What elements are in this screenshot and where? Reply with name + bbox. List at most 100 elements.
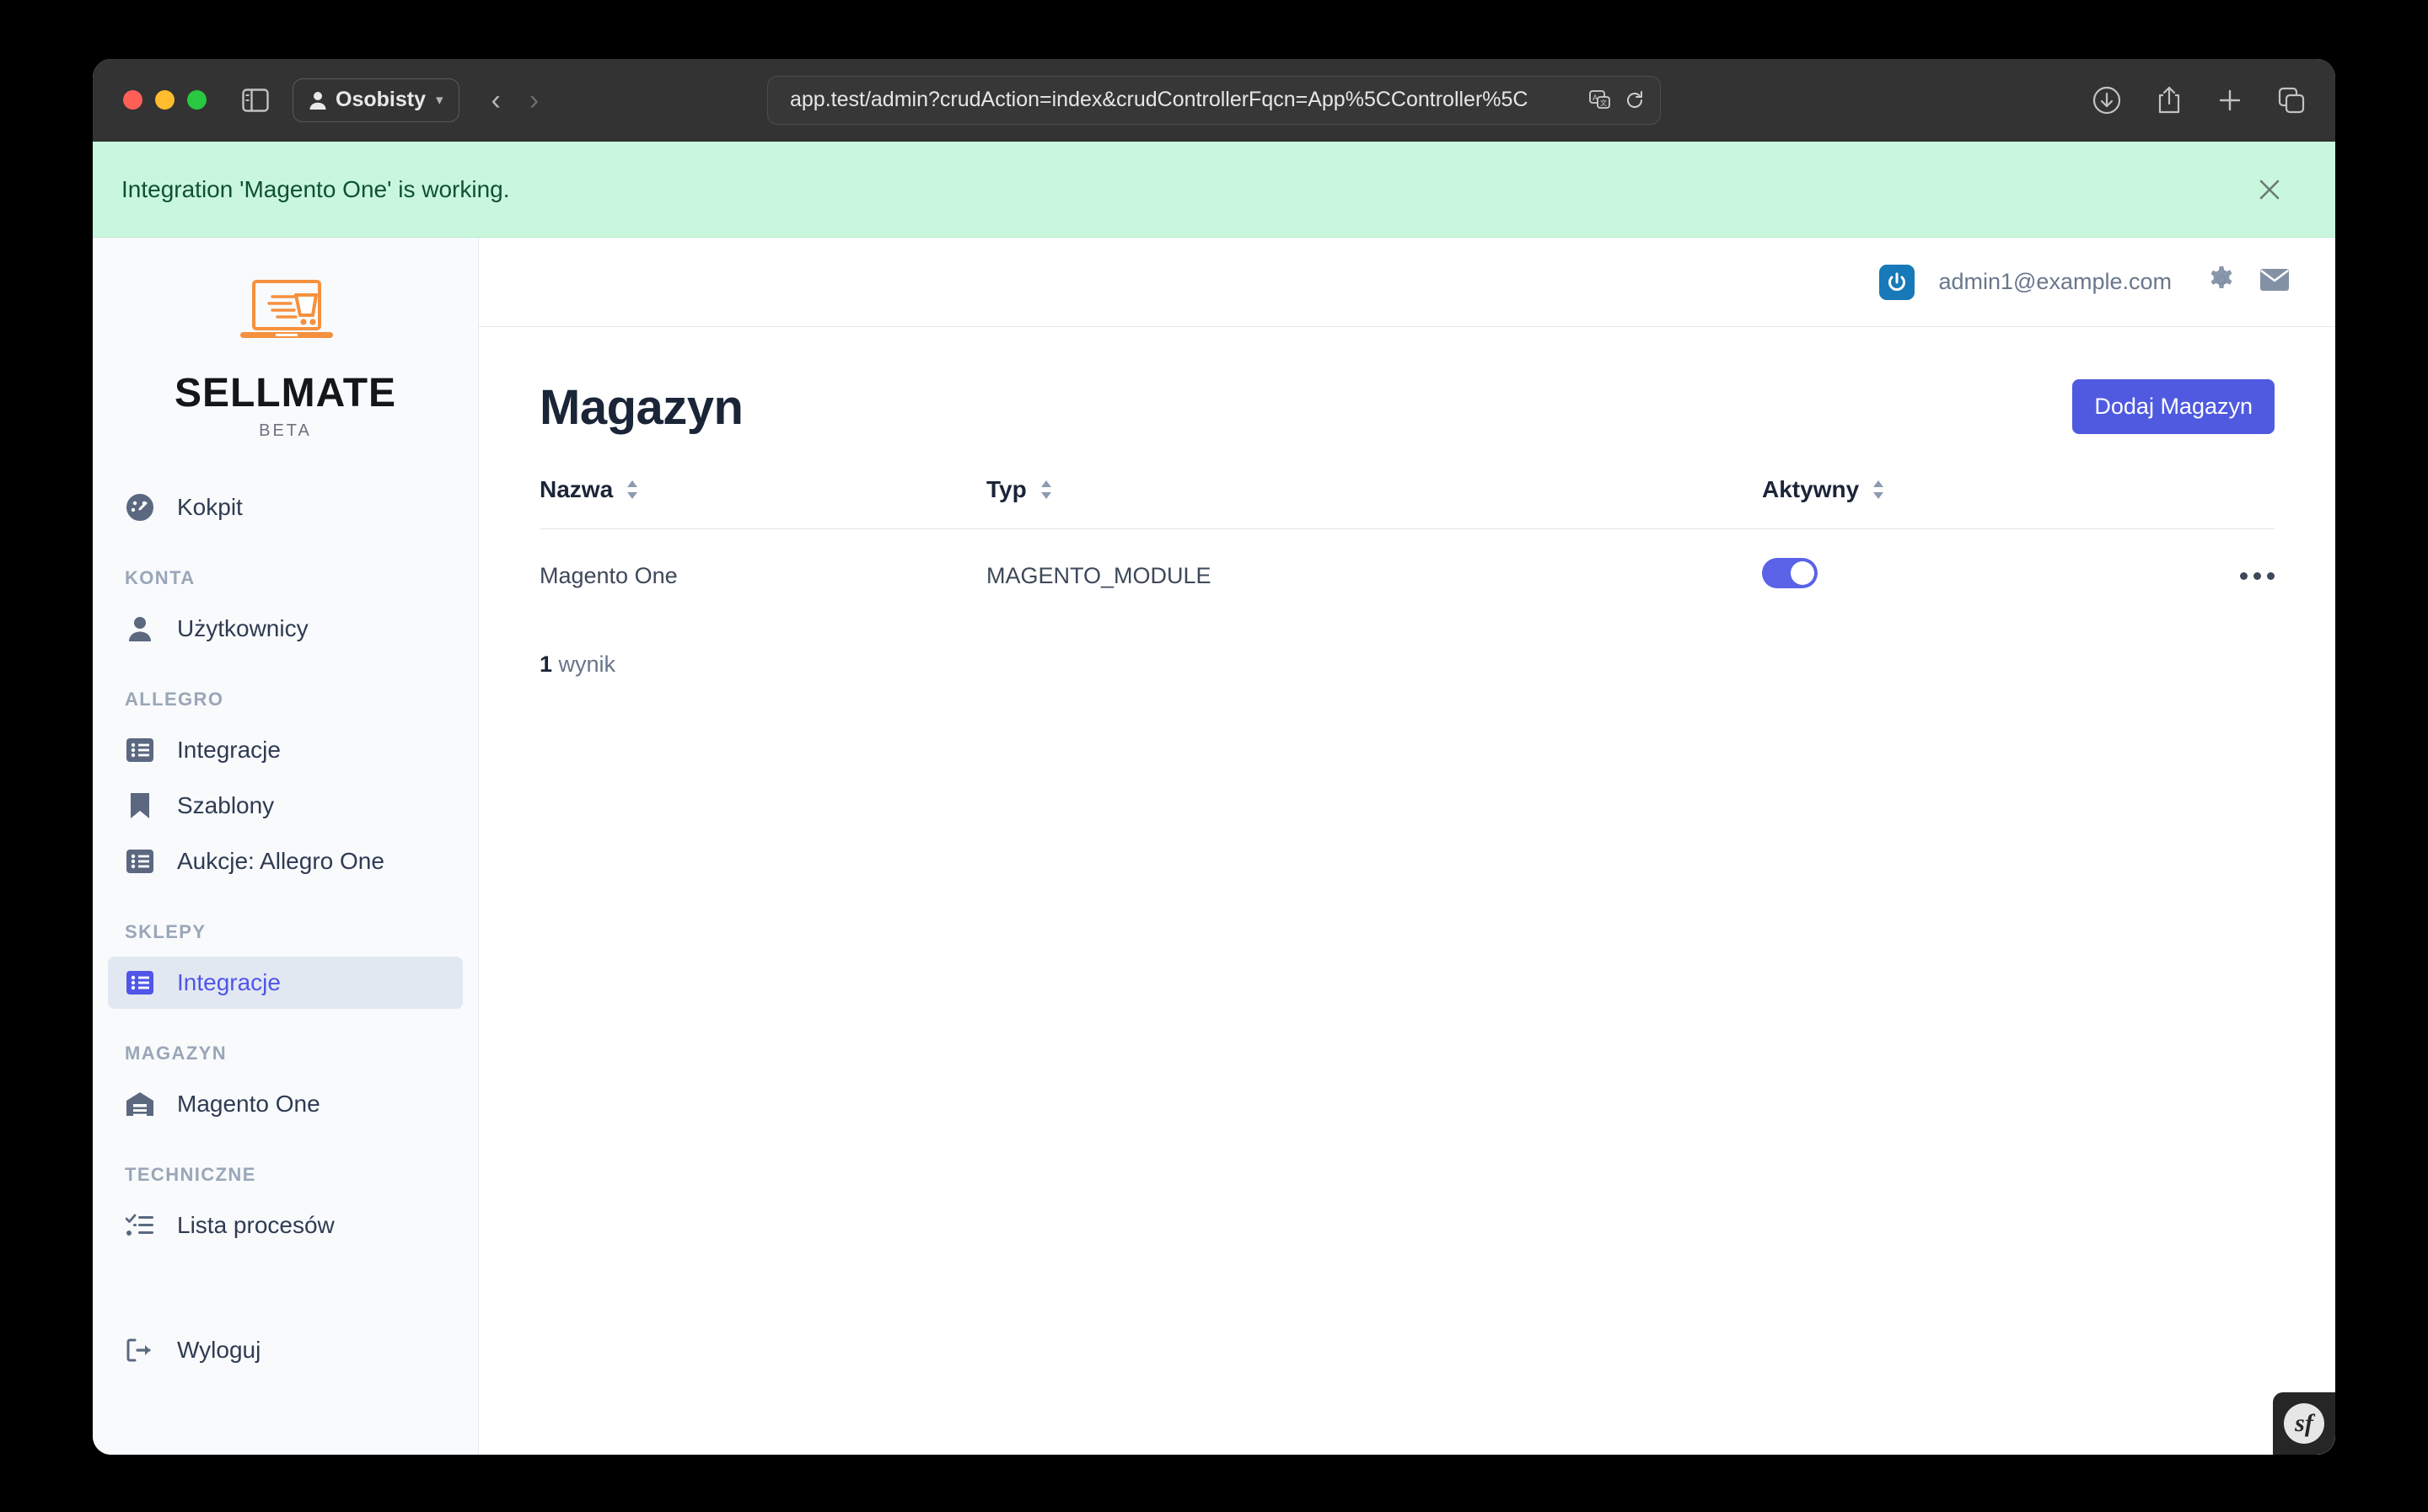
symfony-debug-toolbar-badge[interactable]: sf (2273, 1392, 2335, 1455)
sidebar-item-kokpit[interactable]: Kokpit (108, 481, 463, 533)
list-icon (125, 971, 155, 995)
sidebar-item-label: Integracje (177, 737, 281, 763)
active-toggle[interactable] (1762, 558, 1818, 588)
page-content: Magazyn Dodaj Magazyn Nazwa Typ Aktywny … (479, 327, 2335, 1455)
power-icon[interactable] (1879, 264, 1915, 300)
column-header-label: Nazwa (540, 476, 614, 502)
page-header: Magazyn Dodaj Magazyn (540, 379, 2275, 436)
sidebar-item-label: Szablony (177, 792, 275, 818)
dashboard-icon (125, 493, 155, 522)
gear-icon[interactable] (2207, 265, 2236, 298)
user-email-label: admin1@example.com (1938, 269, 2172, 294)
toolbar-actions (2092, 85, 2305, 115)
address-bar[interactable]: app.test/admin?crudAction=index&crudCont… (767, 75, 1661, 125)
symfony-logo-icon: sf (2284, 1403, 2324, 1444)
sidebar-item-magento-one[interactable]: Magento One (108, 1078, 463, 1130)
cell-typ: MAGENTO_MODULE (986, 563, 1211, 588)
sidebar: SELLMATE BETA Kokpit KONTA Użytkownicy A… (93, 238, 479, 1455)
address-bar-container: app.test/admin?crudAction=index&crudCont… (767, 75, 1661, 125)
sidebar-item-uzytkownicy[interactable]: Użytkownicy (108, 603, 463, 655)
result-count-number: 1 (540, 651, 553, 677)
list-icon (125, 850, 155, 873)
sidebar-item-integracje-sklepy[interactable]: Integracje (108, 957, 463, 1009)
browser-window: Osobisty ▾ ‹ › app.test/admin?crudAction… (93, 59, 2335, 1455)
sidebar-item-integracje-allegro[interactable]: Integracje (108, 724, 463, 776)
app-logo[interactable]: SELLMATE BETA (93, 246, 478, 466)
svg-text:文: 文 (1600, 99, 1607, 107)
table-header-row: Nazwa Typ Aktywny (540, 476, 2275, 529)
sidebar-item-label: Magento One (177, 1091, 320, 1117)
desktop-background: Osobisty ▾ ‹ › app.test/admin?crudAction… (0, 0, 2428, 1512)
row-actions-menu-icon[interactable] (2165, 572, 2275, 580)
cell-nazwa: Magento One (540, 563, 678, 588)
result-count: 1 wynik (540, 651, 2275, 678)
banner-message: Integration 'Magento One' is working. (121, 175, 510, 202)
sidebar-item-aukcje-allegro-one[interactable]: Aukcje: Allegro One (108, 835, 463, 887)
chevron-down-icon: ▾ (435, 91, 443, 108)
sidebar-item-wyloguj[interactable]: Wyloguj (108, 1324, 463, 1376)
plus-icon[interactable] (2217, 88, 2243, 113)
cell-actions (2165, 529, 2275, 624)
column-header-label: Aktywny (1762, 476, 1860, 502)
cell-aktywny (1762, 529, 2165, 624)
forward-button[interactable]: › (529, 86, 539, 115)
sidebar-item-lista-procesow[interactable]: Lista procesów (108, 1199, 463, 1252)
sort-icon (627, 480, 638, 499)
sidebar-toggle-icon[interactable] (237, 82, 274, 119)
sidebar-section-magazyn: MAGAZYN (125, 1043, 228, 1064)
column-header-actions (2165, 476, 2275, 529)
envelope-icon[interactable] (2259, 268, 2290, 296)
column-header-label: Typ (986, 476, 1027, 502)
sort-icon (1873, 480, 1884, 499)
maximize-window-button[interactable] (187, 90, 207, 110)
sidebar-item-label: Wyloguj (177, 1337, 261, 1363)
browser-toolbar: Osobisty ▾ ‹ › app.test/admin?crudAction… (93, 59, 2335, 142)
warehouse-icon (125, 1091, 155, 1117)
add-warehouse-button[interactable]: Dodaj Magazyn (2072, 379, 2275, 434)
sidebar-section-sklepy: SKLEPY (125, 921, 207, 942)
profile-switcher-button[interactable]: Osobisty ▾ (293, 78, 459, 122)
sidebar-section-techniczne: TECHNICZNE (125, 1164, 256, 1185)
sidebar-item-label: Lista procesów (177, 1212, 335, 1238)
logout-icon (125, 1338, 155, 1363)
notification-banner: Integration 'Magento One' is working. (93, 142, 2335, 238)
share-icon[interactable] (2157, 85, 2182, 115)
url-text: app.test/admin?crudAction=index&crudCont… (790, 88, 1528, 111)
window-controls (123, 90, 207, 110)
column-header-nazwa[interactable]: Nazwa (540, 476, 986, 529)
navigation-arrows: ‹ › (492, 86, 540, 115)
bookmark-icon (125, 792, 155, 819)
column-header-typ[interactable]: Typ (986, 476, 1762, 529)
reload-icon[interactable] (1625, 90, 1645, 110)
profile-label: Osobisty (336, 88, 426, 111)
column-header-aktywny[interactable]: Aktywny (1762, 476, 2165, 529)
sidebar-item-label: Kokpit (177, 494, 243, 520)
sidebar-item-label: Integracje (177, 969, 281, 995)
warehouses-table: Nazwa Typ Aktywny Magento One MAGENTO_MO… (540, 476, 2275, 623)
translate-icon[interactable]: A 文 (1589, 89, 1611, 110)
close-icon[interactable] (2251, 171, 2288, 208)
app-body: SELLMATE BETA Kokpit KONTA Użytkownicy A… (93, 238, 2335, 1455)
sidebar-section-allegro: ALLEGRO (125, 689, 224, 710)
list-icon (125, 738, 155, 762)
sidebar-item-label: Użytkownicy (177, 615, 309, 641)
tab-overview-icon[interactable] (2278, 87, 2305, 114)
app-topbar: admin1@example.com (479, 238, 2335, 327)
logo-beta-tag: BETA (259, 421, 312, 440)
main-content: admin1@example.com Magazyn Dodaj Magazyn… (479, 238, 2335, 1455)
result-count-label: wynik (552, 651, 616, 677)
minimize-window-button[interactable] (155, 90, 175, 110)
sellmate-cart-logo-icon (228, 276, 343, 358)
sidebar-item-label: Aukcje: Allegro One (177, 848, 384, 874)
table-row[interactable]: Magento One MAGENTO_MODULE (540, 529, 2275, 624)
download-icon[interactable] (2092, 86, 2121, 115)
close-window-button[interactable] (123, 90, 142, 110)
page-title: Magazyn (540, 380, 744, 435)
logo-wordmark: SELLMATE (174, 371, 397, 416)
back-button[interactable]: ‹ (492, 86, 501, 115)
sidebar-item-szablony[interactable]: Szablony (108, 780, 463, 832)
user-icon (125, 615, 155, 642)
sidebar-section-konta: KONTA (125, 567, 196, 588)
sort-icon (1040, 480, 1051, 499)
checklist-icon (125, 1213, 155, 1238)
